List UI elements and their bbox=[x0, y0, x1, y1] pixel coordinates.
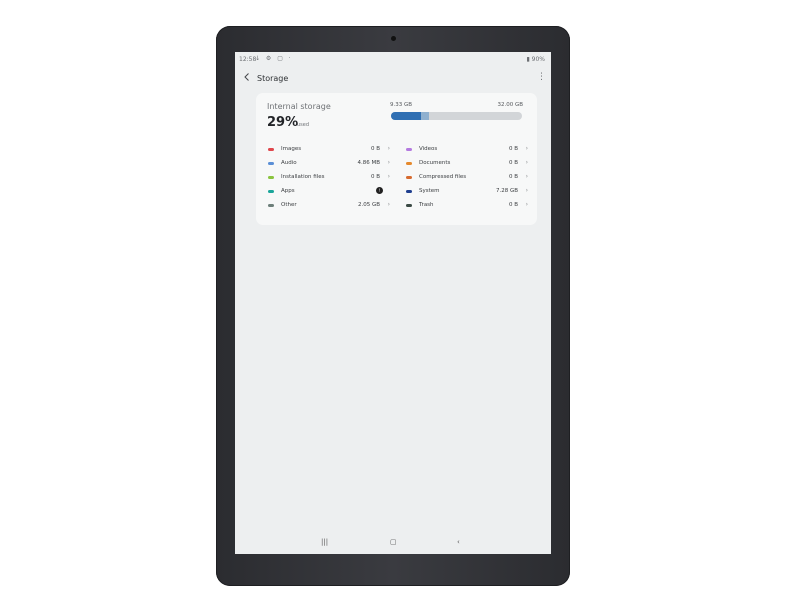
storage-category-system[interactable]: System 7.28 GB › bbox=[406, 187, 528, 197]
storage-used-amount: 9.33 GB bbox=[390, 102, 413, 108]
category-color-swatch bbox=[406, 176, 412, 179]
status-battery: ▮ 90% bbox=[526, 56, 545, 63]
category-label: Installation files bbox=[281, 174, 325, 180]
category-label: Other bbox=[281, 202, 297, 208]
storage-usage-fill bbox=[391, 112, 421, 120]
category-color-swatch bbox=[406, 162, 412, 165]
status-time: 12:58 bbox=[239, 56, 257, 63]
storage-usage-bar bbox=[391, 112, 522, 120]
category-color-swatch bbox=[406, 148, 412, 151]
storage-usage-other-segment bbox=[421, 112, 429, 120]
storage-category-videos[interactable]: Videos 0 B › bbox=[406, 145, 528, 155]
category-color-swatch bbox=[406, 204, 412, 207]
recents-icon[interactable]: ||| bbox=[321, 538, 328, 546]
page-title: Storage bbox=[257, 74, 289, 83]
storage-percent: 29% bbox=[267, 115, 299, 130]
chevron-right-icon: › bbox=[387, 201, 390, 208]
chevron-right-icon: › bbox=[525, 145, 528, 152]
category-size: 0 B bbox=[508, 174, 518, 180]
storage-category-trash[interactable]: Trash 0 B › bbox=[406, 201, 528, 211]
storage-total-amount: 32.00 GB bbox=[497, 102, 523, 108]
back-arrow-icon[interactable] bbox=[242, 72, 252, 82]
category-size: 4.86 MB bbox=[357, 160, 380, 166]
category-size: 0 B bbox=[370, 146, 380, 152]
storage-category-documents[interactable]: Documents 0 B › bbox=[406, 159, 528, 169]
category-label: Documents bbox=[419, 160, 451, 166]
internal-storage-card: Internal storage 29% used 9.33 GB 32.00 … bbox=[256, 93, 537, 225]
chevron-right-icon: › bbox=[525, 201, 528, 208]
device-screen: 12:58 ↓ ⚙ ▢ · ▮ 90% Storage ⋮ Internal s… bbox=[235, 52, 551, 554]
category-size: 0 B bbox=[508, 160, 518, 166]
nav-back-icon[interactable]: ‹ bbox=[457, 538, 460, 546]
category-color-swatch bbox=[268, 176, 274, 179]
category-label: Trash bbox=[419, 202, 434, 208]
chevron-right-icon: › bbox=[525, 187, 528, 194]
chevron-right-icon: › bbox=[387, 173, 390, 180]
storage-category-audio[interactable]: Audio 4.86 MB › bbox=[268, 159, 390, 169]
category-label: Audio bbox=[281, 160, 297, 166]
front-camera bbox=[391, 36, 396, 41]
chevron-right-icon: › bbox=[387, 145, 390, 152]
more-vertical-icon[interactable]: ⋮ bbox=[537, 71, 546, 83]
category-label: Apps bbox=[281, 188, 295, 194]
storage-used-label: used bbox=[297, 122, 310, 128]
battery-percent: 90% bbox=[531, 56, 545, 63]
category-size: 0 B bbox=[508, 202, 518, 208]
category-size: 7.28 GB bbox=[495, 188, 518, 194]
category-size: 2.05 GB bbox=[357, 202, 380, 208]
calculating-icon: ! bbox=[376, 187, 383, 194]
storage-category-apps[interactable]: Apps! bbox=[268, 187, 390, 197]
category-label: Images bbox=[281, 146, 302, 152]
chevron-right-icon: › bbox=[525, 173, 528, 180]
category-size: 0 B bbox=[370, 174, 380, 180]
category-label: Compressed files bbox=[419, 174, 467, 180]
status-bar: 12:58 ↓ ⚙ ▢ · ▮ 90% bbox=[235, 52, 551, 66]
category-color-swatch bbox=[268, 190, 274, 193]
storage-title: Internal storage bbox=[267, 102, 331, 111]
category-color-swatch bbox=[268, 162, 274, 165]
home-icon[interactable]: ▢ bbox=[390, 538, 397, 546]
storage-category-images[interactable]: Images 0 B › bbox=[268, 145, 390, 155]
chevron-right-icon: › bbox=[387, 159, 390, 166]
storage-category-installation-files[interactable]: Installation files 0 B › bbox=[268, 173, 390, 183]
category-color-swatch bbox=[268, 148, 274, 151]
storage-category-compressed-files[interactable]: Compressed files 0 B › bbox=[406, 173, 528, 183]
category-color-swatch bbox=[268, 204, 274, 207]
app-bar: Storage ⋮ bbox=[235, 70, 551, 86]
category-color-swatch bbox=[406, 190, 412, 193]
storage-category-other[interactable]: Other 2.05 GB › bbox=[268, 201, 390, 211]
category-size: 0 B bbox=[508, 146, 518, 152]
chevron-right-icon: › bbox=[525, 159, 528, 166]
navigation-bar: ||| ▢ ‹ bbox=[235, 536, 551, 552]
status-notification-icons: ↓ ⚙ ▢ · bbox=[255, 55, 293, 62]
category-label: Videos bbox=[419, 146, 438, 152]
category-label: System bbox=[419, 188, 440, 194]
